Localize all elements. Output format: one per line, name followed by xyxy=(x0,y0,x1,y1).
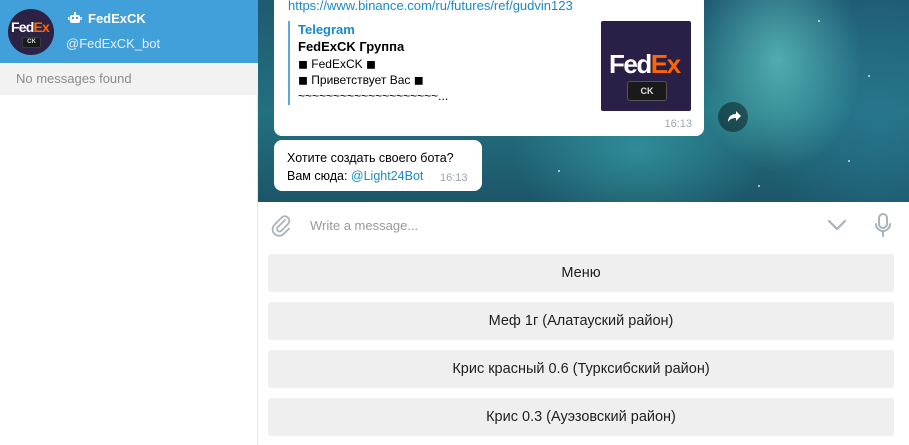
link-preview-title: FedExCK Группа xyxy=(298,39,405,54)
chat-history[interactable]: https://www.binance.com/ru/futures/ref/g… xyxy=(258,0,909,202)
message-time: 16:13 xyxy=(664,118,692,130)
background-star xyxy=(868,75,870,77)
message-line: Хотите создать своего бота? xyxy=(287,151,454,165)
link-preview-thumbnail[interactable]: FedEx CK xyxy=(601,21,691,111)
message-line-prefix: Вам сюда: xyxy=(287,169,351,183)
avatar-ck-badge: CK xyxy=(22,37,41,48)
link-preview-site: Telegram xyxy=(298,22,355,37)
background-star xyxy=(818,20,820,22)
message-composer xyxy=(258,202,909,248)
keyboard-button-option[interactable]: Крис красный 0.6 (Турксибский район) xyxy=(268,350,894,388)
message-text: Хотите создать своего бота? Вам сюда: @L… xyxy=(287,149,454,185)
background-star xyxy=(558,170,560,172)
chat-title: FedExCK xyxy=(88,11,146,26)
fedex-logo: FedEx xyxy=(609,49,681,79)
ck-badge: CK xyxy=(627,81,667,101)
message-link[interactable]: https://www.binance.com/ru/futures/ref/g… xyxy=(288,0,573,13)
bot-icon xyxy=(68,12,82,23)
microphone-icon[interactable] xyxy=(873,213,893,237)
avatar-fedex-logo: FedEx xyxy=(11,19,50,35)
no-messages-found: No messages found xyxy=(0,63,258,95)
bot-mention-link[interactable]: @Light24Bot xyxy=(351,169,423,183)
keyboard-button-option[interactable]: Крис 0.3 (Ауэзовский район) xyxy=(268,398,894,436)
background-star xyxy=(848,160,850,162)
keyboard-button-option[interactable]: Меф 1г (Алатауский район) xyxy=(268,302,894,340)
link-preview-line: ◼ Приветствует Вас ◼ xyxy=(298,73,424,87)
telegram-window: FedEx CK FedExCK @FedExCK_bot No message… xyxy=(0,0,909,445)
link-preview-line: ◼ FedExCK ◼ xyxy=(298,57,376,71)
sidebar: FedEx CK FedExCK @FedExCK_bot No message… xyxy=(0,0,258,445)
share-icon[interactable] xyxy=(718,102,748,132)
message-bubble[interactable]: Хотите создать своего бота? Вам сюда: @L… xyxy=(274,140,482,191)
message-bubble[interactable]: https://www.binance.com/ru/futures/ref/g… xyxy=(274,0,704,136)
message-line: Вам сюда: @Light24Bot xyxy=(287,167,454,185)
background-star xyxy=(758,185,760,187)
chat-username: @FedExCK_bot xyxy=(66,36,161,51)
paperclip-icon[interactable] xyxy=(270,213,292,237)
avatar: FedEx CK xyxy=(8,9,54,55)
bot-keyboard: Меню Меф 1г (Алатауский район) Крис крас… xyxy=(258,248,909,445)
keyboard-button-menu[interactable]: Меню xyxy=(268,254,894,292)
message-time: 16:13 xyxy=(440,172,468,184)
message-input[interactable] xyxy=(310,214,790,236)
link-preview[interactable]: Telegram FedExCK Группа ◼ FedExCK ◼ ◼ Пр… xyxy=(288,21,588,105)
link-preview-line: ~~~~~~~~~~~~~~~~~~~~... xyxy=(298,89,449,103)
chat-list-item-fedexck[interactable]: FedEx CK FedExCK @FedExCK_bot xyxy=(0,0,258,63)
chevron-down-icon[interactable] xyxy=(826,216,848,234)
